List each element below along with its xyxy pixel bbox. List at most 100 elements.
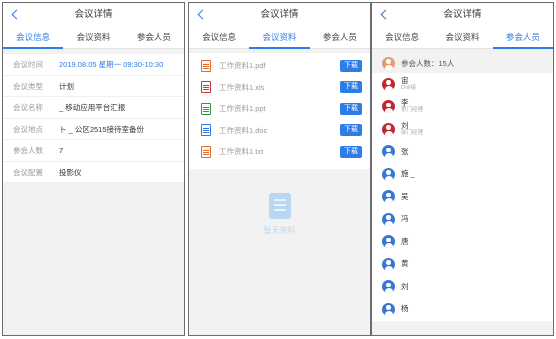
attendee-name: 吴 xyxy=(401,191,409,201)
attendee-text: 刘 部门经理 xyxy=(401,121,424,137)
attendee-text: 唐 xyxy=(401,236,409,246)
info-value: ト _ 公区2515接待室备份 xyxy=(59,124,145,134)
file-row[interactable]: 工作资料1.ppt 下载 xyxy=(189,98,370,120)
attendee-name: 冯 xyxy=(401,214,409,224)
file-row[interactable]: 工作资料1.pdf 下载 xyxy=(189,55,370,77)
header: 会议详情 xyxy=(3,3,184,27)
attendee-row[interactable]: 冯 xyxy=(372,208,553,231)
attendee-text: 刘 xyxy=(401,281,409,291)
info-row-time: 会议时间 2019.08.05 星期一 09:30-10:30 xyxy=(3,54,184,76)
info-list: 会议时间 2019.08.05 星期一 09:30-10:30 会议类型 计划 … xyxy=(3,54,184,183)
info-label: 会议地点 xyxy=(13,124,43,134)
tab-attendees[interactable]: 参会人员 xyxy=(310,27,370,48)
attendee-name: 刘 xyxy=(401,281,409,291)
tab-attendees[interactable]: 参会人员 xyxy=(124,27,184,48)
info-label: 会议时间 xyxy=(13,60,43,69)
attendee-role: Drill接 xyxy=(401,84,416,91)
attendee-row[interactable]: 宙 Drill接 xyxy=(372,73,553,96)
attendee-row[interactable]: 杨 xyxy=(372,298,553,321)
tab-meeting-materials[interactable]: 会议资料 xyxy=(432,27,492,48)
attendee-text: 杨 xyxy=(401,305,409,313)
tab-attendees[interactable]: 参会人员 xyxy=(492,27,553,49)
attendee-name: 施 _ xyxy=(401,169,415,179)
attendees-screen: 会议详情 会议信息 会议资料 参会人员 参会人数：15人 宙 Drill接李 第… xyxy=(371,2,554,336)
avatar-icon xyxy=(382,280,395,294)
info-row-name: 会议名称 _ 移动应用平台汇报 xyxy=(3,97,184,119)
back-icon[interactable] xyxy=(196,3,210,27)
tab-meeting-info[interactable]: 会议信息 xyxy=(189,27,249,48)
tab-bar: 会议信息 会议资料 参会人员 xyxy=(3,27,184,49)
attendee-row[interactable]: 刘 xyxy=(372,276,553,299)
page-title: 会议详情 xyxy=(260,9,299,20)
avatar-icon xyxy=(382,302,395,316)
file-row[interactable]: 工作资料1.xls 下载 xyxy=(189,77,370,99)
file-row[interactable]: 工作资料1.txt 下载 xyxy=(189,141,370,163)
download-button[interactable]: 下载 xyxy=(340,124,362,137)
avatar-icon xyxy=(382,167,395,181)
attendee-count-bar: 参会人数：15人 xyxy=(372,53,553,73)
tab-meeting-info[interactable]: 会议信息 xyxy=(3,27,64,49)
meeting-materials-screen: 会议详情 会议信息 会议资料 参会人员 工作资料1.pdf 下载 工作资料1.xls… xyxy=(188,2,371,336)
info-row-count: 参会人数 7 xyxy=(3,140,184,162)
tab-meeting-materials[interactable]: 会议资料 xyxy=(63,27,123,48)
info-row-location: 会议地点 ト _ 公区2515接待室备份 xyxy=(3,119,184,140)
info-label: 会议配置 xyxy=(13,167,43,177)
attendee-text: 李 第门经理 xyxy=(401,99,423,114)
attendee-list: 宙 Drill接李 第门经理刘 部门经理张 施 _ 吴 冯 唐 黄 刘 杨 xyxy=(372,73,553,321)
attendee-row[interactable]: 施 _ xyxy=(372,163,553,186)
tab-meeting-materials[interactable]: 会议资料 xyxy=(249,27,310,49)
avatar-icon xyxy=(382,77,395,91)
meeting-info-screen: 会议详情 会议信息 会议资料 参会人员 会议时间 2019.08.05 星期一 … xyxy=(2,2,185,336)
back-icon[interactable] xyxy=(379,3,393,27)
attendee-text: 张 xyxy=(401,146,409,156)
download-button[interactable]: 下载 xyxy=(340,81,362,94)
file-name: 工作资料1.pdf xyxy=(219,61,266,71)
attendee-row[interactable]: 李 第门经理 xyxy=(372,96,553,119)
info-value: 投影仪 xyxy=(59,167,82,177)
file-list: 工作资料1.pdf 下载 工作资料1.xls 下载 工作资料1.ppt 下载 工作资料1.d… xyxy=(189,53,370,169)
file-icon xyxy=(201,102,211,115)
file-row[interactable]: 工作资料1.doc 下载 xyxy=(189,120,370,142)
attendee-role: 部门经理 xyxy=(401,129,424,136)
attendee-row[interactable]: 刘 部门经理 xyxy=(372,118,553,141)
empty-text: 暂无资料 xyxy=(263,226,296,235)
avatar-icon xyxy=(382,190,395,204)
attendee-row[interactable]: 黄 xyxy=(372,253,553,276)
file-name: 工作资料1.doc xyxy=(219,125,268,135)
attendee-text: 施 _ xyxy=(401,170,415,178)
file-icon xyxy=(201,81,211,94)
info-value: _ 移动应用平台汇报 xyxy=(59,103,126,112)
avatar-icon xyxy=(382,145,395,159)
empty-state: 暂无资料 xyxy=(189,193,370,236)
info-value: 7 xyxy=(59,146,64,155)
avatar-icon xyxy=(382,122,395,136)
attendee-name: 张 xyxy=(401,146,409,156)
attendee-text: 宙 Drill接 xyxy=(401,76,416,92)
download-button[interactable]: 下载 xyxy=(340,145,362,158)
back-icon[interactable] xyxy=(10,3,24,27)
file-icon xyxy=(201,59,211,72)
attendee-text: 吴 xyxy=(401,191,409,201)
download-button[interactable]: 下载 xyxy=(340,102,362,115)
file-name: 工作资料1.ppt xyxy=(219,104,266,114)
download-button[interactable]: 下载 xyxy=(340,59,362,72)
tab-bar: 会议信息 会议资料 参会人员 xyxy=(372,27,553,49)
page-title: 会议详情 xyxy=(74,9,113,20)
attendee-row[interactable]: 唐 xyxy=(372,231,553,254)
attendee-name: 杨 xyxy=(401,304,409,314)
info-row-type: 会议类型 计划 xyxy=(3,76,184,97)
attendee-row[interactable]: 吴 xyxy=(372,186,553,209)
empty-document-icon xyxy=(268,193,291,219)
info-value: 计划 xyxy=(59,81,74,91)
info-value: 2019.08.05 星期一 09:30-10:30 xyxy=(59,60,164,69)
attendee-text: 冯 xyxy=(401,215,409,223)
file-icon xyxy=(201,124,211,137)
attendee-row[interactable]: 张 xyxy=(372,141,553,164)
attendee-name: 唐 xyxy=(401,236,409,246)
tab-bar: 会议信息 会议资料 参会人员 xyxy=(189,27,370,49)
page-title: 会议详情 xyxy=(443,9,482,20)
tab-meeting-info[interactable]: 会议信息 xyxy=(372,27,432,48)
avatar-icon xyxy=(382,100,395,114)
file-name: 工作资料1.xls xyxy=(219,82,265,92)
info-label: 会议类型 xyxy=(13,81,43,91)
